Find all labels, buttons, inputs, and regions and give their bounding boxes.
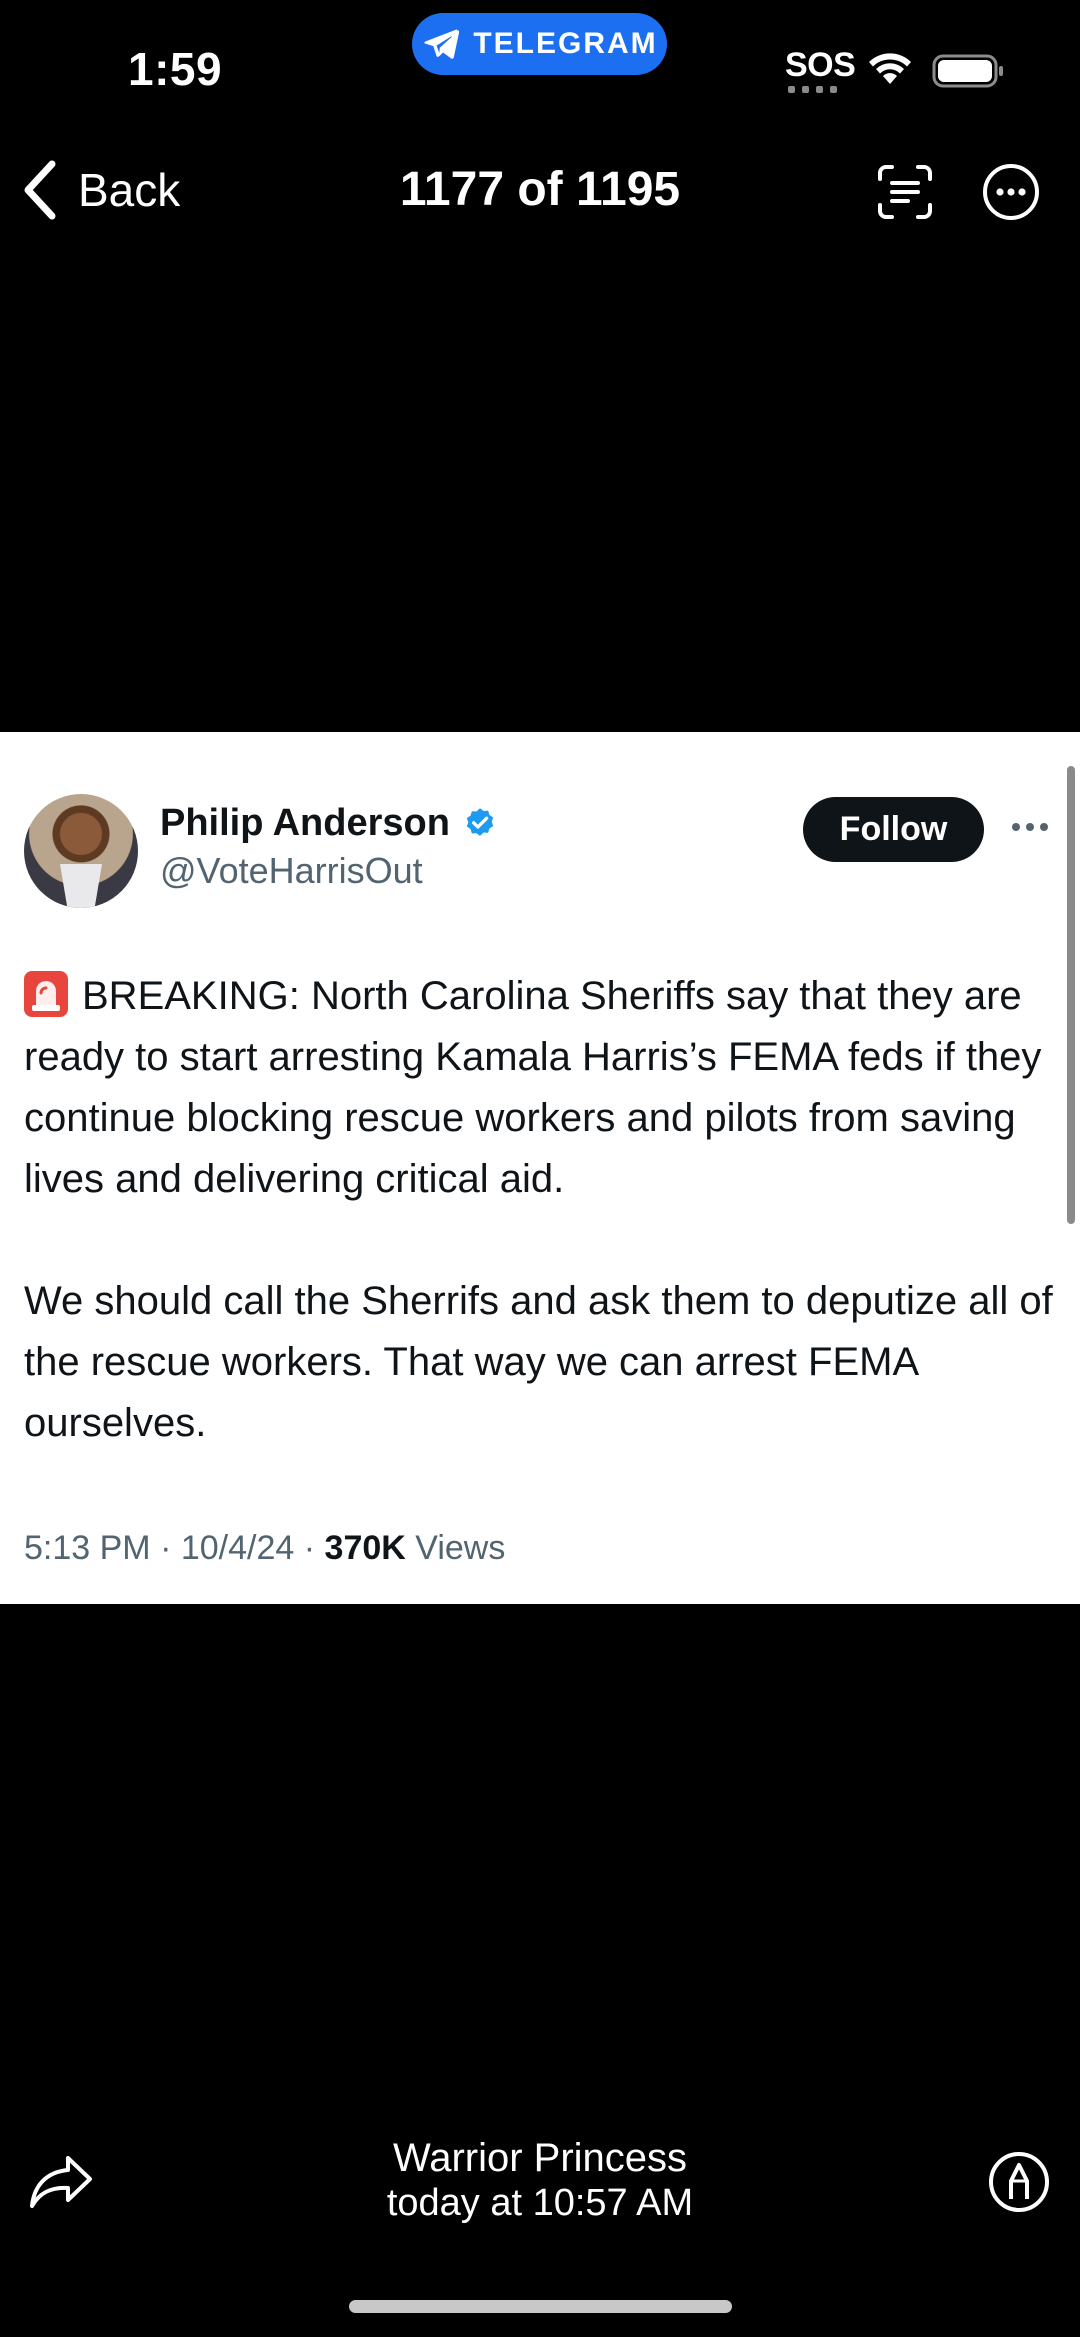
tweet-paragraph-2: We should call the Sherrifs and ask them… [24, 1279, 1053, 1445]
views-label: Views [415, 1529, 506, 1567]
home-indicator[interactable] [349, 2300, 732, 2313]
return-app-label: TELEGRAM [473, 27, 658, 60]
avatar [24, 794, 138, 908]
siren-emoji-icon [24, 971, 68, 1017]
views-count: 370K [324, 1529, 406, 1567]
author-row: Philip Anderson [160, 802, 498, 845]
tweet-date: 10/4/24 [180, 1529, 295, 1567]
verified-badge-icon [466, 807, 494, 836]
more-horizontal-icon [1012, 823, 1048, 831]
markup-icon[interactable] [988, 2151, 1050, 2213]
scrollbar[interactable] [1067, 766, 1075, 1224]
author-name: Philip Anderson [160, 802, 450, 844]
sos-indicator: SOS [785, 46, 856, 84]
tweet-text: BREAKING: North Carolina Sheriffs say th… [24, 966, 1054, 1454]
sent-time: today at 10:57 AM [386, 2182, 694, 2224]
battery-icon [932, 54, 1003, 88]
tweet-time: 5:13 PM [24, 1529, 151, 1567]
signal-dots [788, 86, 837, 93]
return-to-telegram-pill[interactable]: TELEGRAM [412, 13, 667, 75]
meta-separator: · [160, 1529, 172, 1567]
telegram-icon [424, 29, 460, 59]
meta-separator: · [303, 1529, 316, 1567]
wifi-icon [869, 53, 911, 84]
follow-button: Follow [803, 797, 984, 862]
tweet-paragraph: BREAKING: North Carolina Sheriffs say th… [24, 966, 1054, 1210]
author-handle: @VoteHarrisOut [160, 850, 423, 891]
tweet-paragraph-1: BREAKING: North Carolina Sheriffs say th… [24, 974, 1042, 1201]
live-text-icon[interactable] [876, 163, 934, 221]
tweet-meta: 5:13 PM · 10/4/24 · 370K Views [24, 1529, 505, 1568]
status-time: 1:59 [128, 43, 223, 95]
tweet-image[interactable]: Philip Anderson @VoteHarrisOut Follow BR… [0, 732, 1080, 1604]
more-icon[interactable] [982, 163, 1040, 221]
sender-name: Warrior Princess [392, 2136, 688, 2180]
